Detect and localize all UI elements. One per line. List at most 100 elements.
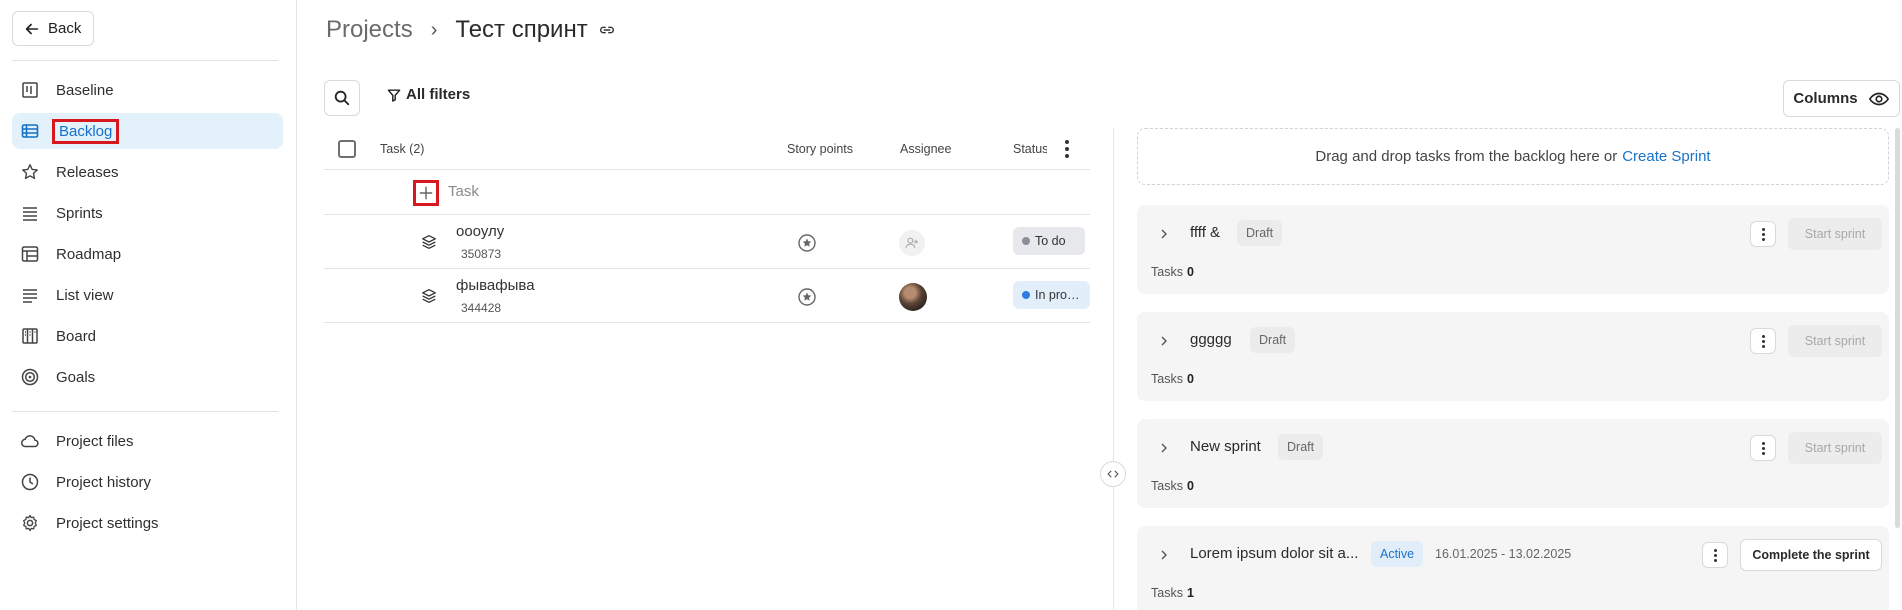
table-header: Task (2) Story points Assignee Status	[324, 128, 1090, 170]
start-sprint-button[interactable]: Start sprint	[1788, 325, 1882, 357]
filter-icon	[387, 88, 401, 102]
sidebar-item-project-settings[interactable]: Project settings	[12, 505, 283, 541]
sidebar-item-project-history[interactable]: Project history	[12, 464, 283, 500]
table-row[interactable]: фывафыва 344428 In pro…	[324, 269, 1090, 323]
status-badge[interactable]: To do	[1013, 227, 1085, 255]
story-points-icon[interactable]	[797, 233, 817, 253]
dropzone-text: Drag and drop tasks from the backlog her…	[1315, 148, 1618, 165]
avatar[interactable]	[899, 283, 927, 311]
cloud-icon	[21, 435, 39, 448]
dot	[1065, 139, 1069, 144]
dot	[1065, 153, 1069, 158]
chevron-right-icon[interactable]	[1157, 227, 1171, 241]
page-title: Тест спринт	[455, 16, 588, 43]
board-icon	[22, 328, 38, 344]
sprint-card: ffff & Draft Start sprint Tasks 0	[1137, 205, 1889, 294]
all-filters-label: All filters	[406, 86, 471, 103]
sprint-more-button[interactable]	[1702, 542, 1728, 568]
column-header-assignee[interactable]: Assignee	[900, 142, 951, 156]
task-title[interactable]: фывафыва	[456, 277, 535, 294]
sprint-name[interactable]: ggggg	[1190, 331, 1232, 348]
status-dot	[1022, 237, 1030, 245]
chevron-right-icon[interactable]	[1157, 334, 1171, 348]
sidebar-item-releases[interactable]: Releases	[12, 154, 283, 190]
add-task-row[interactable]: Task	[324, 170, 1090, 215]
all-filters-button[interactable]: All filters	[386, 86, 470, 103]
complete-sprint-button[interactable]: Complete the sprint	[1740, 539, 1882, 571]
dot	[1761, 232, 1765, 236]
star-icon	[22, 164, 38, 180]
task-title[interactable]: оооулу	[456, 223, 504, 240]
sprint-dropzone[interactable]: Drag and drop tasks from the backlog her…	[1137, 128, 1889, 185]
layers-icon	[422, 289, 436, 303]
dot	[1761, 339, 1765, 343]
table-row[interactable]: оооулу 350873 To do	[324, 215, 1090, 269]
table-more-button[interactable]	[1057, 137, 1077, 161]
sidebar-divider	[12, 60, 278, 61]
sidebar-item-backlog[interactable]: Backlog	[12, 113, 283, 149]
sidebar-item-goals[interactable]: Goals	[12, 359, 283, 395]
select-all-checkbox[interactable]	[338, 139, 356, 158]
sidebar-item-baseline[interactable]: Baseline	[12, 72, 283, 108]
dot	[1761, 451, 1765, 455]
story-points-icon[interactable]	[797, 287, 817, 307]
dot	[1761, 334, 1765, 338]
sprint-name[interactable]: Lorem ipsum dolor sit a...	[1190, 545, 1358, 562]
list-icon	[23, 289, 37, 303]
sidebar-item-roadmap[interactable]: Roadmap	[12, 236, 283, 272]
sidebar-item-sprints[interactable]: Sprints	[12, 195, 283, 231]
tasks-count: 1	[1186, 586, 1194, 600]
plus-icon[interactable]	[413, 180, 439, 206]
back-button[interactable]: Back	[12, 11, 94, 46]
roadmap-icon	[21, 246, 39, 262]
status-badge[interactable]: In pro…	[1013, 281, 1090, 309]
sprint-more-button[interactable]	[1750, 221, 1776, 247]
sidebar-item-label: Project settings	[56, 514, 159, 532]
arrow-left-icon	[25, 23, 39, 34]
sprint-name[interactable]: New sprint	[1190, 438, 1261, 455]
sprint-card: ggggg Draft Start sprint Tasks 0	[1137, 312, 1889, 401]
start-sprint-button[interactable]: Start sprint	[1788, 432, 1882, 464]
tasks-label: Tasks	[1151, 479, 1183, 493]
link-icon[interactable]	[598, 21, 616, 39]
create-sprint-link[interactable]: Create Sprint	[1622, 148, 1710, 165]
column-header-status[interactable]: Status	[1013, 142, 1047, 156]
sprint-name[interactable]: ffff &	[1190, 224, 1220, 241]
panel-divider[interactable]	[1113, 128, 1114, 610]
sprints-icon	[23, 207, 37, 221]
sprints-scrollbar[interactable]	[1895, 128, 1900, 528]
breadcrumb-projects[interactable]: Projects	[326, 16, 413, 44]
sprint-status-badge: Draft	[1278, 434, 1324, 460]
sidebar-item-label: Project files	[56, 432, 134, 450]
search-icon	[334, 90, 350, 106]
sidebar-item-board[interactable]: Board	[12, 318, 283, 354]
gear-icon	[23, 514, 37, 532]
dot	[1713, 553, 1717, 557]
sidebar-item-label: Board	[56, 327, 97, 345]
column-header-story-points[interactable]: Story points	[787, 142, 853, 156]
column-header-task[interactable]: Task (2)	[380, 142, 424, 156]
columns-button[interactable]: Columns	[1783, 80, 1900, 117]
sprint-card: Lorem ipsum dolor sit a... Active 16.01.…	[1137, 526, 1889, 610]
chevron-right-icon[interactable]	[1157, 548, 1171, 562]
app: Back Baseline Backlog Releases Sprints R…	[0, 0, 1902, 610]
status-label: In pro…	[1035, 288, 1080, 302]
dot	[1761, 441, 1765, 445]
sprint-status-badge: Draft	[1250, 327, 1296, 353]
backlog-table: Task (2) Story points Assignee Status Ta…	[324, 128, 1090, 323]
resize-handle[interactable]	[1100, 461, 1126, 487]
sidebar-item-label: Roadmap	[56, 245, 122, 263]
start-sprint-button[interactable]: Start sprint	[1788, 218, 1882, 250]
sprint-tasks-count: Tasks 0	[1151, 372, 1194, 386]
sprint-more-button[interactable]	[1750, 435, 1776, 461]
sidebar-item-project-files[interactable]: Project files	[12, 423, 283, 459]
sprint-more-button[interactable]	[1750, 328, 1776, 354]
assign-user-button[interactable]	[899, 230, 925, 256]
add-task-label: Task	[448, 183, 479, 200]
chevron-right-icon[interactable]	[1157, 441, 1171, 455]
search-button[interactable]	[324, 80, 360, 116]
sprint-status-badge: Draft	[1237, 220, 1283, 246]
tasks-count: 0	[1186, 265, 1194, 279]
sidebar-item-list-view[interactable]: List view	[12, 277, 283, 313]
sidebar-item-label: Backlog	[51, 118, 120, 144]
